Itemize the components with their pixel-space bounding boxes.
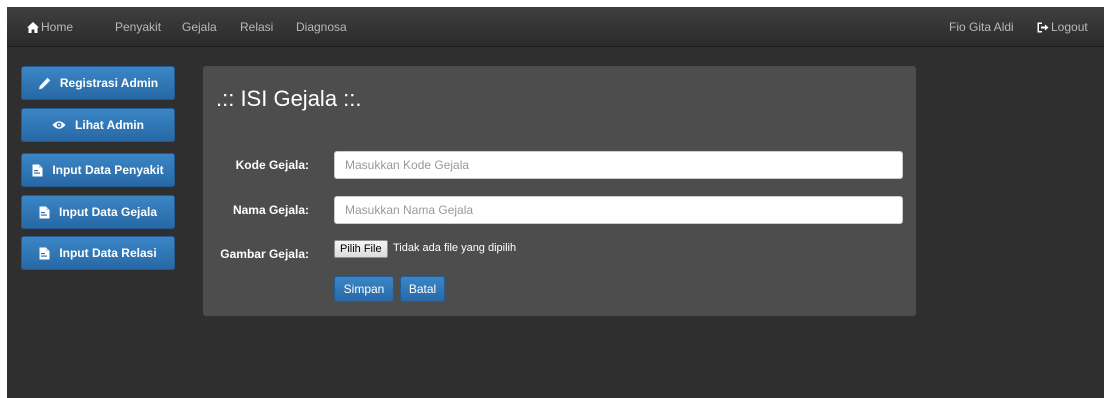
eye-icon <box>52 120 66 130</box>
sidebar-item-input-data-penyakit[interactable]: Input Data Penyakit <box>21 153 175 187</box>
sidebar-item-label: Input Data Gejala <box>58 205 158 219</box>
top-navbar: Home Penyakit Gejala Relasi Diagnosa Fio… <box>7 7 1104 47</box>
save-button[interactable]: Simpan <box>334 276 394 302</box>
sidebar-item-input-data-gejala[interactable]: Input Data Gejala <box>21 195 175 229</box>
nav-gejala[interactable]: Gejala <box>182 7 217 47</box>
sidebar-item-label: Input Data Relasi <box>59 246 157 260</box>
nav-user-name[interactable]: Fio Gita Aldi <box>949 7 1014 47</box>
cancel-button[interactable]: Batal <box>400 276 445 302</box>
kode-gejala-label: Kode Gejala: <box>235 158 309 172</box>
kode-gejala-input[interactable] <box>334 151 903 179</box>
page-title: .:: ISI Gejala ::. <box>216 86 362 111</box>
nama-gejala-label: Nama Gejala: <box>232 203 309 217</box>
file-icon <box>32 164 43 177</box>
sidebar-item-registrasi-admin[interactable]: Registrasi Admin <box>21 66 175 100</box>
home-icon <box>27 22 39 33</box>
file-icon <box>39 247 50 260</box>
nav-home[interactable]: Home <box>27 7 73 47</box>
choose-file-button[interactable]: Pilih File <box>334 240 388 258</box>
nav-home-label: Home <box>41 20 74 34</box>
file-icon <box>39 206 50 219</box>
nav-diagnosa[interactable]: Diagnosa <box>296 7 347 47</box>
nama-gejala-input[interactable] <box>334 196 903 224</box>
sidebar-item-lihat-admin[interactable]: Lihat Admin <box>21 108 175 142</box>
nav-penyakit[interactable]: Penyakit <box>115 7 161 47</box>
nav-relasi[interactable]: Relasi <box>240 7 273 47</box>
nav-logout-label: Logout <box>1051 20 1088 34</box>
gambar-gejala-label: Gambar Gejala: <box>220 247 309 261</box>
sidebar-item-input-data-relasi[interactable]: Input Data Relasi <box>21 236 175 270</box>
nav-logout[interactable]: Logout <box>1037 7 1088 47</box>
form-panel: .:: ISI Gejala ::. Kode Gejala: Nama Gej… <box>203 66 916 316</box>
sidebar-item-label: Lihat Admin <box>75 118 144 132</box>
app-window: Home Penyakit Gejala Relasi Diagnosa Fio… <box>7 7 1104 398</box>
sidebar-item-label: Input Data Penyakit <box>52 163 164 177</box>
sidebar-item-label: Registrasi Admin <box>59 76 159 90</box>
file-status-text: Tidak ada file yang dipilih <box>393 242 517 254</box>
pencil-icon <box>38 77 51 90</box>
logout-icon <box>1037 22 1049 33</box>
